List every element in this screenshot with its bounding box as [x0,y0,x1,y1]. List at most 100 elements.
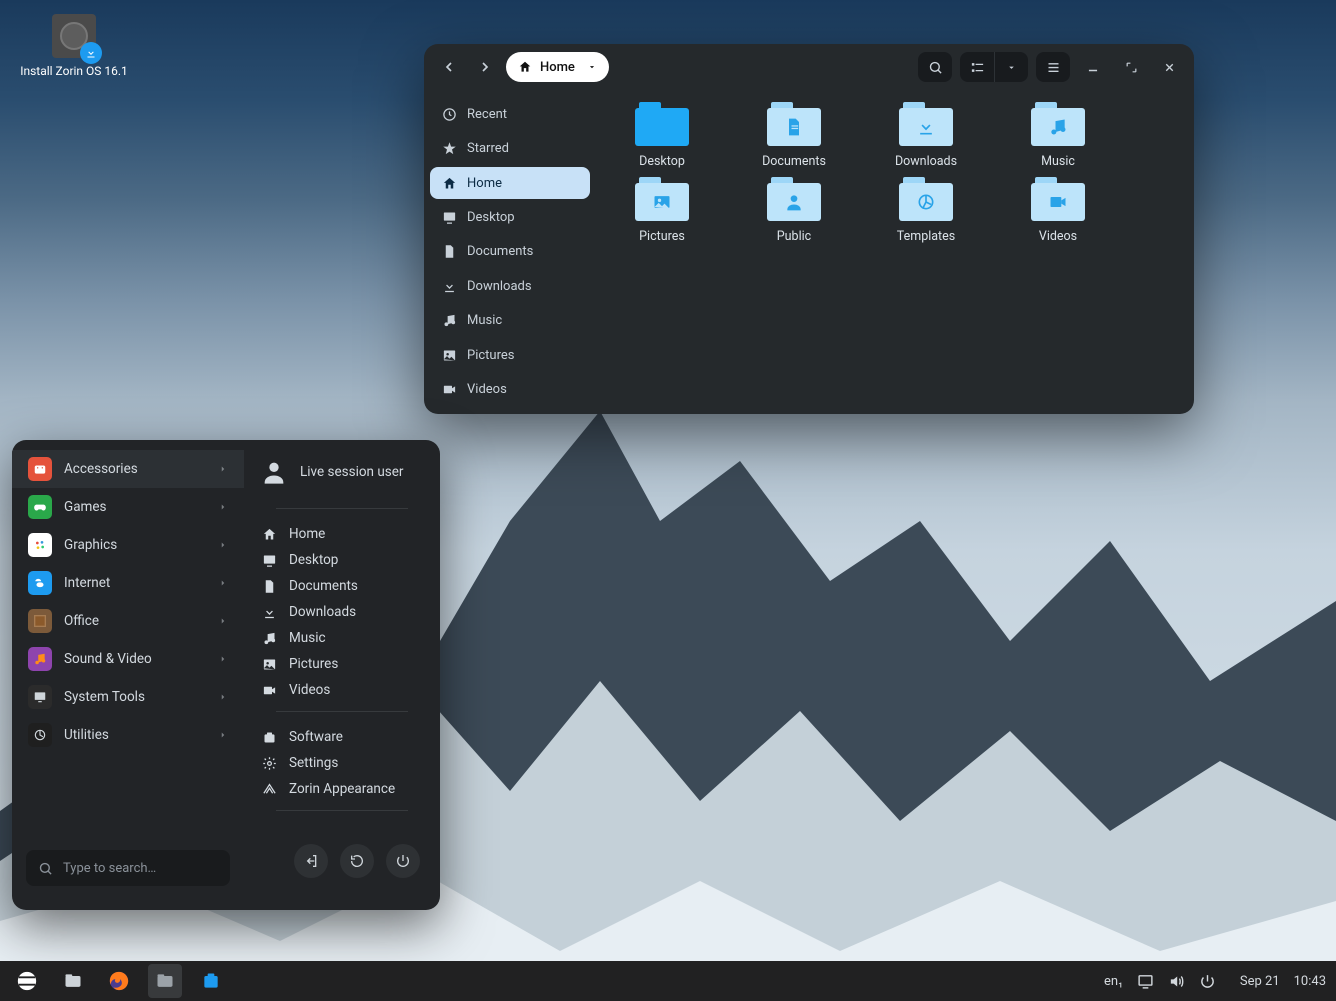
sidebar-item-videos[interactable]: Videos [430,374,590,406]
category-sound_video[interactable]: Sound & Video [12,640,244,678]
category-office[interactable]: Office [12,602,244,640]
category-label: Accessories [64,461,138,477]
view-list-button[interactable] [960,52,994,82]
folder-label: Public [777,229,811,244]
chevron-down-icon [587,62,597,72]
place-videos[interactable]: Videos [258,677,426,703]
taskbar: en₁ Sep 21 10:43 [0,961,1336,1001]
sidebar-item-music[interactable]: Music [430,305,590,337]
keyboard-layout-indicator[interactable]: en₁ [1104,974,1123,989]
sidebar-item-home[interactable]: Home [430,167,590,199]
category-graphics[interactable]: Graphics [12,526,244,564]
folder-label: Music [1041,154,1075,169]
category-utilities[interactable]: Utilities [12,716,244,754]
window-minimize-button[interactable] [1078,52,1108,82]
folder-pictures[interactable]: Pictures [614,177,710,244]
restart-button[interactable] [340,844,374,878]
toolbar-group-view [960,52,1028,82]
user-label: Live session user [300,464,404,480]
start-menu-categories: Accessories GamesGraphics Internet OfficeSo… [12,440,244,910]
start-menu: AccessoriesGamesGraphicsInternetOfficeSo… [12,440,440,910]
chevron-right-icon [218,654,228,664]
power-icon[interactable] [1199,973,1216,990]
place-pictures[interactable]: Pictures [258,651,426,677]
system-tray: en₁ Sep 21 10:43 [1104,973,1326,990]
logout-button[interactable] [294,844,328,878]
folder-icon [635,177,689,221]
taskbar-files-running[interactable] [148,964,182,998]
folder-templates[interactable]: Templates [878,177,974,244]
folder-videos[interactable]: Videos [1010,177,1106,244]
window-close-button[interactable] [1154,52,1184,82]
place-label: Documents [289,578,358,594]
taskbar-software-button[interactable] [194,964,228,998]
location-bar[interactable]: Home [506,52,609,82]
taskbar-time[interactable]: 10:43 [1294,974,1326,989]
place-home[interactable]: Home [258,521,426,547]
category-system_tools[interactable]: System Tools [12,678,244,716]
sidebar-item-label: Home [467,176,502,191]
search-icon [38,861,53,876]
folder-public[interactable]: Public [746,177,842,244]
folder-label: Templates [897,229,955,244]
category-label: Internet [64,575,110,591]
sidebar-item-downloads[interactable]: Downloads [430,270,590,302]
nav-forward-button[interactable] [470,52,500,82]
place-music[interactable]: Music [258,625,426,651]
sidebar-item-starred[interactable]: Starred [430,132,590,164]
sidebar-item-desktop[interactable]: Desktop [430,201,590,233]
sidebar-item-label: Downloads [467,279,532,294]
nav-back-button[interactable] [434,52,464,82]
syslink-settings[interactable]: Settings [258,750,426,776]
sidebar-item-label: Desktop [467,210,515,225]
volume-icon[interactable] [1168,973,1185,990]
place-documents[interactable]: Documents [258,573,426,599]
syslink-zorin_appearance[interactable]: Zorin Appearance [258,776,426,802]
display-icon[interactable] [1137,973,1154,990]
search-button[interactable] [918,52,952,82]
category-label: System Tools [64,689,145,705]
place-desktop[interactable]: Desktop [258,547,426,573]
folder-downloads[interactable]: Downloads [878,102,974,169]
power-button[interactable] [386,844,420,878]
syslink-software[interactable]: Software [258,724,426,750]
sidebar-item-label: Starred [467,141,509,156]
place-label: Home [289,526,325,542]
window-maximize-button[interactable] [1116,52,1146,82]
view-options-button[interactable] [994,52,1028,82]
folder-icon [767,177,821,221]
file-manager-sidebar: Recent Starred Home Desktop Documents Downloa… [424,90,596,414]
search-input[interactable]: Type to search… [26,850,230,886]
folder-documents[interactable]: Documents [746,102,842,169]
sidebar-item-label: Pictures [467,348,514,363]
sidebar-item-recent[interactable]: Recent [430,98,590,130]
home-icon [518,60,532,74]
folder-label: Documents [762,154,826,169]
taskbar-firefox-button[interactable] [102,964,136,998]
divider [276,711,408,712]
hamburger-menu-button[interactable] [1036,52,1070,82]
user-row[interactable]: Live session user [258,458,426,486]
taskbar-start-button[interactable] [10,964,44,998]
sidebar-item-pictures[interactable]: Pictures [430,339,590,371]
chevron-right-icon [218,578,228,588]
place-label: Desktop [289,552,338,568]
category-label: Utilities [64,727,109,743]
chevron-right-icon [218,502,228,512]
file-manager-content: Desktop Documents Downloads Music Pictures Pu… [596,90,1194,414]
toolbar-group-search [918,52,952,82]
folder-desktop[interactable]: Desktop [614,102,710,169]
sidebar-item-documents[interactable]: Documents [430,236,590,268]
desktop-icon-installer[interactable]: Install Zorin OS 16.1 [14,14,134,78]
folder-music[interactable]: Music [1010,102,1106,169]
category-accessories[interactable]: Accessories [12,450,244,488]
place-downloads[interactable]: Downloads [258,599,426,625]
sidebar-item-label: Videos [467,382,507,397]
taskbar-files-button[interactable] [56,964,90,998]
chevron-right-icon [218,464,228,474]
chevron-right-icon [218,616,228,626]
taskbar-date[interactable]: Sep 21 [1240,974,1280,989]
place-label: Downloads [289,604,356,620]
category-internet[interactable]: Internet [12,564,244,602]
category-games[interactable]: Games [12,488,244,526]
